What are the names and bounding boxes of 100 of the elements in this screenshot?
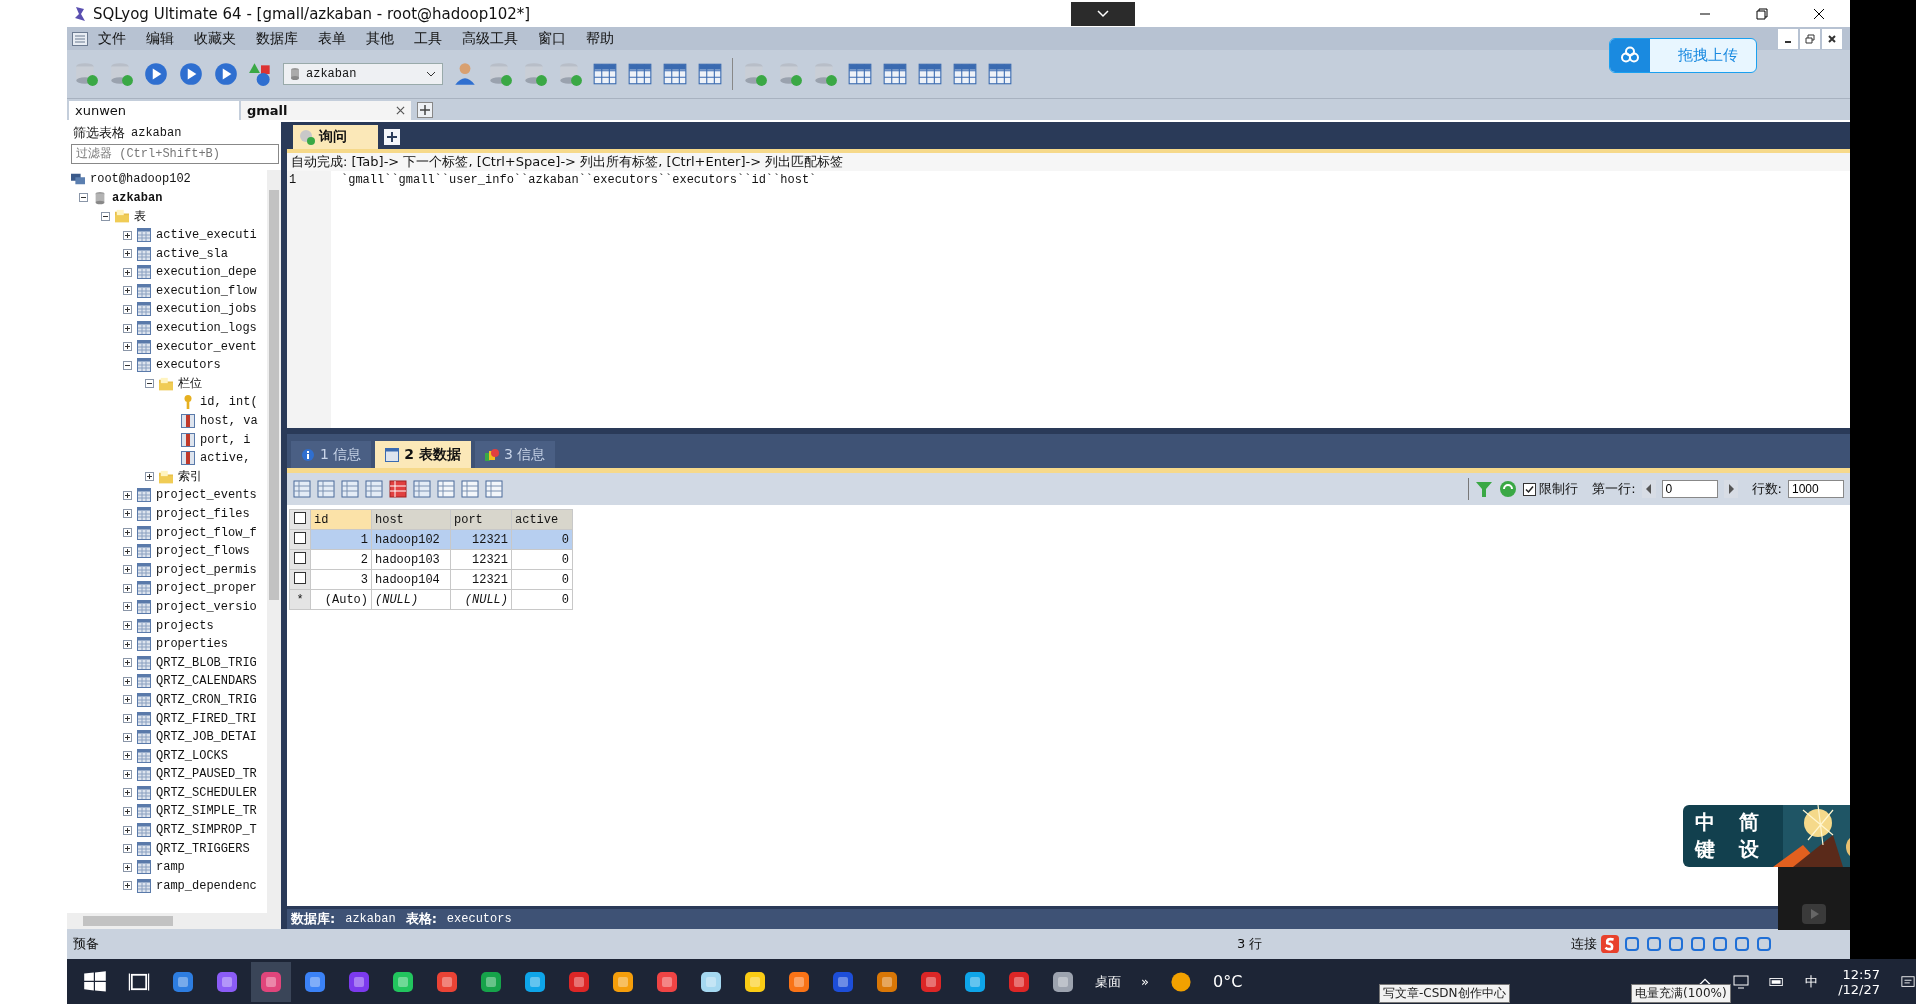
table-icon[interactable] <box>917 61 943 87</box>
play-icon[interactable] <box>213 61 239 87</box>
expand-icon[interactable] <box>123 751 132 761</box>
expand-icon[interactable] <box>123 788 132 798</box>
tree-item[interactable]: projects <box>156 618 214 633</box>
expand-icon[interactable] <box>123 565 132 575</box>
app-icon[interactable] <box>699 969 723 994</box>
tree-item[interactable]: project_flow_f <box>156 525 257 540</box>
expand-icon[interactable] <box>123 732 132 742</box>
app-icon[interactable] <box>215 969 239 994</box>
column-header[interactable]: port <box>450 509 512 530</box>
tree-item[interactable]: QRTZ_FIRED_TRI <box>156 711 257 726</box>
tree-item[interactable]: execution_depe <box>156 265 257 280</box>
filter-field[interactable]: 过滤器 (Ctrl+Shift+B) <box>71 144 279 164</box>
app-icon[interactable] <box>567 969 591 994</box>
app-icon[interactable] <box>523 969 547 994</box>
tree-item[interactable]: QRTZ_CRON_TRIG <box>156 692 257 707</box>
ime-tool-icon[interactable] <box>1755 935 1773 953</box>
column-header[interactable]: id <box>310 509 372 530</box>
ime-option[interactable]: 简 <box>1739 809 1769 836</box>
ime-tool-icon[interactable] <box>1623 935 1641 953</box>
ime-tool-icon[interactable] <box>1711 935 1729 953</box>
play-icon[interactable] <box>143 61 169 87</box>
expand-icon[interactable] <box>123 286 132 296</box>
minimize-icon[interactable] <box>1778 28 1798 49</box>
expand-icon[interactable] <box>123 583 132 593</box>
play-icon[interactable] <box>178 61 204 87</box>
app-icon[interactable] <box>251 961 291 1002</box>
close-icon[interactable] <box>396 106 405 115</box>
next-icon[interactable] <box>1723 480 1738 498</box>
expand-icon[interactable] <box>123 490 132 500</box>
app-icon[interactable] <box>303 969 327 994</box>
collapse-icon[interactable] <box>101 212 110 221</box>
ime-indicator[interactable]: 中 <box>1805 972 1819 991</box>
horizontal-scrollbar[interactable] <box>67 913 281 929</box>
expand-icon[interactable] <box>123 304 132 314</box>
checkbox[interactable] <box>294 551 306 564</box>
expand-icon[interactable] <box>123 881 132 891</box>
expand-icon[interactable] <box>123 509 132 519</box>
expand-icon[interactable] <box>123 658 132 668</box>
expand-icon[interactable] <box>123 621 132 631</box>
grid-tool-icon[interactable] <box>389 480 407 498</box>
tree-item[interactable]: project_proper <box>156 581 257 596</box>
collapse-icon[interactable] <box>79 193 88 203</box>
tree-item[interactable]: project_flows <box>156 544 250 559</box>
app-icon[interactable] <box>963 969 987 994</box>
ime-option[interactable]: 中 <box>1695 809 1725 836</box>
dropdown-tab[interactable] <box>1071 1 1136 26</box>
app-icon[interactable] <box>391 969 415 994</box>
restore-icon[interactable] <box>1800 28 1820 49</box>
app-icon[interactable] <box>479 969 503 994</box>
expand-icon[interactable] <box>123 862 132 872</box>
menu-item[interactable]: 其他 <box>356 29 404 48</box>
tree-item[interactable]: QRTZ_CALENDARS <box>156 674 257 689</box>
menu-item[interactable]: 表单 <box>308 29 356 48</box>
result-tab[interactable]: 2 表数据 <box>375 441 471 468</box>
table-icon[interactable] <box>697 61 723 87</box>
table-icon[interactable] <box>592 61 618 87</box>
column-header[interactable]: host <box>371 509 451 530</box>
tree-item[interactable]: QRTZ_JOB_DETAI <box>156 730 257 745</box>
tree-item[interactable]: host, va <box>200 414 258 428</box>
checkbox[interactable] <box>294 531 306 544</box>
window-menu-icon[interactable] <box>72 31 88 46</box>
ime-tool-icon[interactable] <box>1689 935 1707 953</box>
play-icon[interactable] <box>1802 904 1826 924</box>
add-tab-icon[interactable] <box>417 102 433 118</box>
tree-item[interactable]: root@hadoop102 <box>90 172 191 187</box>
tree-item[interactable]: 表 <box>134 208 146 225</box>
tree-item[interactable]: ramp <box>156 860 185 875</box>
ime-tool-icon[interactable] <box>1667 935 1685 953</box>
collapse-icon[interactable] <box>145 379 154 389</box>
tree-item[interactable]: active_executi <box>156 228 257 243</box>
expand-icon[interactable] <box>123 230 132 240</box>
tree-item[interactable]: id, int( <box>200 395 258 410</box>
desktop-label[interactable]: 桌面 <box>1095 972 1121 991</box>
clock-time[interactable]: 12:57 <box>1842 966 1880 982</box>
tree-item[interactable]: 索引 <box>178 468 202 486</box>
ime-option[interactable]: 键 <box>1695 836 1725 863</box>
app-icon[interactable] <box>875 969 899 994</box>
ime-tool-icon[interactable] <box>1645 935 1663 953</box>
tree-item[interactable]: active, <box>200 451 251 466</box>
expand-icon[interactable] <box>123 342 132 352</box>
menu-item[interactable]: 工具 <box>404 29 452 48</box>
checkbox[interactable] <box>1523 482 1537 496</box>
tree-item[interactable]: ramp_dependenc <box>156 878 257 893</box>
expand-icon[interactable] <box>123 249 132 259</box>
expand-icon[interactable] <box>123 639 132 649</box>
restore-icon[interactable] <box>1756 7 1768 20</box>
database-select[interactable]: azkaban <box>283 63 443 85</box>
expand-icon[interactable] <box>145 472 154 482</box>
expand-icon[interactable] <box>123 807 132 816</box>
menu-item[interactable]: 帮助 <box>576 29 624 48</box>
tree-item[interactable]: execution_logs <box>156 321 257 336</box>
add-tab-icon[interactable] <box>384 129 400 145</box>
expand-icon[interactable] <box>123 602 132 612</box>
tree-item[interactable]: QRTZ_SIMPLE_TR <box>156 804 257 819</box>
app-icon[interactable] <box>1051 969 1075 994</box>
app-icon[interactable] <box>171 969 195 994</box>
tree-item[interactable]: QRTZ_LOCKS <box>156 748 228 763</box>
tree-item[interactable]: project_versio <box>156 599 257 614</box>
